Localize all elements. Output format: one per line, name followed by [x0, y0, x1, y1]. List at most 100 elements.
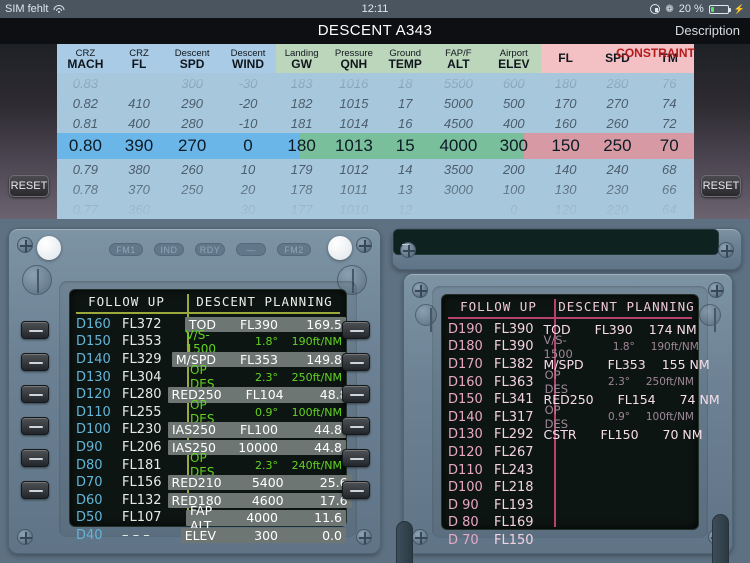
left-rotary-knob[interactable] — [22, 265, 52, 295]
table-cell: 180 — [287, 136, 316, 155]
follow-up-distance: D50 — [76, 510, 103, 526]
line-select-key[interactable] — [342, 385, 370, 403]
cmdu-row: D40 – – – ELEV 300 0.0 — [70, 527, 346, 545]
table-cell: 290 — [181, 95, 203, 111]
table-column-header: CRZ FL — [113, 44, 165, 73]
table-row[interactable]: 0.81 400 280 -10 181 1014 16 4500 400 160 260 72 — [57, 113, 694, 133]
description-button[interactable]: Description — [675, 23, 740, 38]
follow-up-entry: D 90 FL193 — [442, 498, 548, 513]
table-cell: 240 — [606, 161, 629, 177]
table-row[interactable]: 0.83 300 -30 183 1016 18 5500 600 180 280 76 — [57, 73, 694, 93]
status-clock: 12:11 — [361, 3, 389, 15]
line-select-key[interactable] — [342, 321, 370, 339]
follow-up-entry: D150 FL341 — [442, 392, 534, 407]
planning-entry — [554, 480, 698, 496]
follow-up-distance: D120 — [76, 387, 111, 403]
follow-up-level: FL372 — [122, 316, 162, 332]
planning-distance: 250ft/NM — [645, 376, 694, 389]
follow-up-level: FL156 — [122, 475, 162, 491]
follow-up-level: FL267 — [494, 445, 534, 461]
right-annunciator-lamp[interactable] — [328, 236, 352, 260]
table-cell: 4000 — [439, 136, 478, 155]
screw-icon — [17, 529, 33, 545]
scratchpad-field[interactable]: – — [393, 229, 719, 255]
table-cell: 20 — [240, 181, 256, 197]
line-select-key[interactable] — [342, 449, 370, 467]
planning-entry: ELEV 300 0.0 — [180, 527, 346, 544]
cmdu-row: D150 FL353 V/S-1500 1.8° 190ft/NM — [70, 328, 346, 356]
table-cell: -10 — [238, 115, 258, 131]
table-row[interactable]: 0.79 380 260 10 179 1012 14 3500 200 140 240 68 — [57, 159, 694, 179]
follow-up-level: FL304 — [122, 369, 162, 385]
table-column-header: FAP/F ALT — [430, 44, 487, 73]
table-row[interactable]: 0.77 360 30 177 1010 12 0 120 220 64 — [57, 199, 694, 219]
line-select-key[interactable] — [342, 353, 370, 371]
mode-button-ind[interactable]: IND — [154, 243, 184, 256]
table-cell: 250 — [603, 136, 632, 155]
table-cell: 200 — [502, 161, 525, 177]
table-cell: 0 — [510, 201, 518, 217]
table-cell: 500 — [502, 95, 525, 111]
cmdu-row: D100 FL230 IAS250 FL100 44.8 — [70, 421, 346, 439]
table-cell: 130 — [554, 181, 577, 197]
cmdu-row: D 70 FL150 — [442, 532, 698, 550]
table-row[interactable]: 0.82 410 290 -20 182 1015 17 5000 500 170 270 74 — [57, 93, 694, 113]
cmdu-row: D170 FL382 M/SPD FL353 155 NM — [442, 356, 710, 374]
table-cell: 70 — [659, 136, 679, 155]
follow-up-entry: D40 – – – — [70, 528, 175, 543]
follow-up-distance: D190 — [448, 321, 483, 337]
table-cell: 390 — [124, 136, 154, 155]
line-select-key[interactable] — [21, 449, 49, 467]
planning-distance: 169.5 — [306, 316, 342, 332]
planning-value: FL104 — [245, 387, 284, 403]
follow-up-distance: D110 — [76, 404, 111, 420]
cmdu-row: D80 FL181 OP DES 2.3° 240ft/NM — [70, 451, 346, 479]
mode-button-blank[interactable]: — — [236, 243, 266, 256]
follow-up-entry: D 70 FL150 — [442, 533, 548, 548]
reset-left-button[interactable]: RESET — [9, 175, 49, 197]
planning-entry: V/S-1500 1.8° 190ft/NM — [181, 328, 346, 356]
follow-up-entry: D 80 FL169 — [442, 515, 548, 530]
line-select-key[interactable] — [21, 417, 49, 435]
mode-button-rdy[interactable]: RDY — [195, 243, 225, 256]
table-body[interactable]: 0.83 300 -30 183 1016 18 5500 600 180 280 76 0.82 41… — [57, 73, 694, 219]
line-select-key[interactable] — [21, 385, 49, 403]
line-select-key[interactable] — [342, 417, 370, 435]
cmdu-row: D110 FL255 OP DES 0.9° 100ft/NM — [70, 398, 346, 426]
planning-entry: IAS250 FL100 44.8 — [167, 422, 346, 438]
follow-up-level: FL243 — [494, 462, 534, 478]
planning-distance: 25.6 — [319, 475, 348, 491]
cmdu-row: D130 FL304 OP DES 2.3° 250ft/NM — [70, 363, 346, 391]
table-cell: 260 — [181, 161, 203, 177]
column-header-bottom: GW — [291, 56, 312, 71]
left-annunciator-lamp[interactable] — [37, 236, 61, 260]
table-column-header: Descent WIND — [220, 44, 276, 73]
table-cell: 179 — [290, 161, 313, 177]
line-select-key[interactable] — [21, 321, 49, 339]
tab-constraint[interactable]: CONSTRAINT — [396, 521, 413, 563]
table-row[interactable]: 0.78 370 250 20 178 1011 13 3000 100 130 230 66 — [57, 179, 694, 199]
follow-up-entry: D180 FL390 — [442, 339, 534, 354]
planning-distance: 240ft/NM — [291, 458, 342, 472]
line-select-key[interactable] — [21, 481, 49, 499]
follow-up-entry: D130 FL304 — [70, 370, 180, 385]
screw-icon — [412, 529, 428, 545]
reset-right-button[interactable]: RESET — [701, 175, 741, 197]
left-cmdu-screen: FOLLOW UP DESCENT PLANNING D160 FL372 TOD F… — [69, 289, 352, 544]
table-cell: 230 — [606, 181, 629, 197]
follow-up-level: FL181 — [122, 457, 162, 473]
table-cell: 180 — [554, 75, 577, 91]
table-row-selected[interactable]: 0.80 390 270 0 180 1013 15 4000 300 150 250 70 — [57, 133, 694, 159]
follow-up-distance: D130 — [448, 427, 483, 443]
tab-calculation[interactable]: CALCULATION — [712, 514, 729, 563]
mode-button-fm1[interactable]: FM1 — [109, 243, 143, 256]
follow-up-distance: D150 — [76, 334, 111, 350]
table-cell: 0.79 — [72, 161, 99, 177]
follow-up-level: FL280 — [122, 387, 162, 403]
left-screen-header: FOLLOW UP DESCENT PLANNING — [70, 290, 346, 309]
planning-value: FL390 — [239, 316, 278, 332]
line-select-key[interactable] — [342, 481, 370, 499]
line-select-key[interactable] — [21, 353, 49, 371]
follow-up-distance: D160 — [448, 374, 483, 390]
mode-button-fm2[interactable]: FM2 — [277, 243, 311, 256]
